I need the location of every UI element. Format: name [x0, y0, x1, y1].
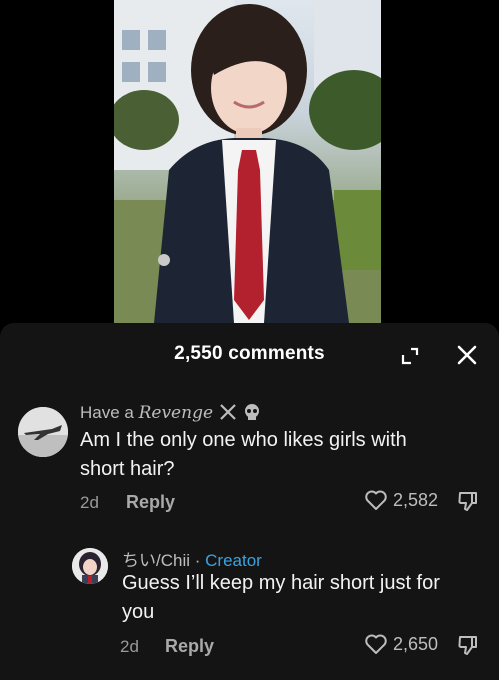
comment-text: Guess I’ll keep my hair short just for y…	[122, 569, 482, 627]
avatar-image	[72, 548, 108, 584]
comment-age: 2d	[120, 637, 139, 656]
reply-button[interactable]: Reply	[165, 636, 214, 657]
comment-text-line: Guess I’ll keep my hair short just for	[122, 572, 440, 594]
comment-count: 2,550 comments	[174, 343, 325, 364]
comments-sheet: 2,550 comments Have a Revenge Am I the o…	[0, 323, 499, 680]
heart-icon	[365, 490, 387, 510]
reply-button[interactable]: Reply	[126, 492, 175, 513]
dislike-icon[interactable]	[456, 489, 480, 513]
author-name-styled: Revenge	[138, 403, 214, 423]
video-frame-illustration	[114, 0, 381, 323]
comment-author[interactable]: Have a Revenge	[80, 403, 262, 426]
close-icon[interactable]	[454, 342, 480, 368]
comment-age: 2d	[80, 493, 99, 512]
comment-author[interactable]: ちい/Chii · Creator	[122, 546, 262, 571]
author-separator: ·	[190, 551, 206, 570]
comment-text: Am I the only one who likes girls with s…	[80, 426, 480, 484]
author-name-plain: Have a	[80, 403, 139, 422]
comment-text-line: you	[122, 601, 155, 623]
avatar[interactable]	[18, 407, 68, 457]
creator-badge: Creator	[205, 551, 262, 570]
video-thumbnail[interactable]	[114, 0, 381, 323]
like-button[interactable]: 2,650	[364, 633, 438, 655]
like-button[interactable]: 2,582	[364, 489, 438, 511]
dislike-icon[interactable]	[456, 633, 480, 657]
avatar[interactable]	[72, 548, 108, 584]
swords-icon	[218, 403, 238, 426]
comment-text-line: short hair?	[80, 458, 175, 480]
comments-header: 2,550 comments	[0, 323, 499, 385]
jet-icon	[18, 407, 68, 457]
author-name: ちい/Chii	[122, 551, 191, 570]
like-count: 2,650	[393, 633, 439, 654]
expand-icon[interactable]	[399, 345, 421, 367]
comment-text-line: Am I the only one who likes girls with	[80, 429, 407, 451]
heart-icon	[365, 634, 387, 654]
like-count: 2,582	[393, 489, 439, 510]
skull-icon	[242, 403, 262, 426]
